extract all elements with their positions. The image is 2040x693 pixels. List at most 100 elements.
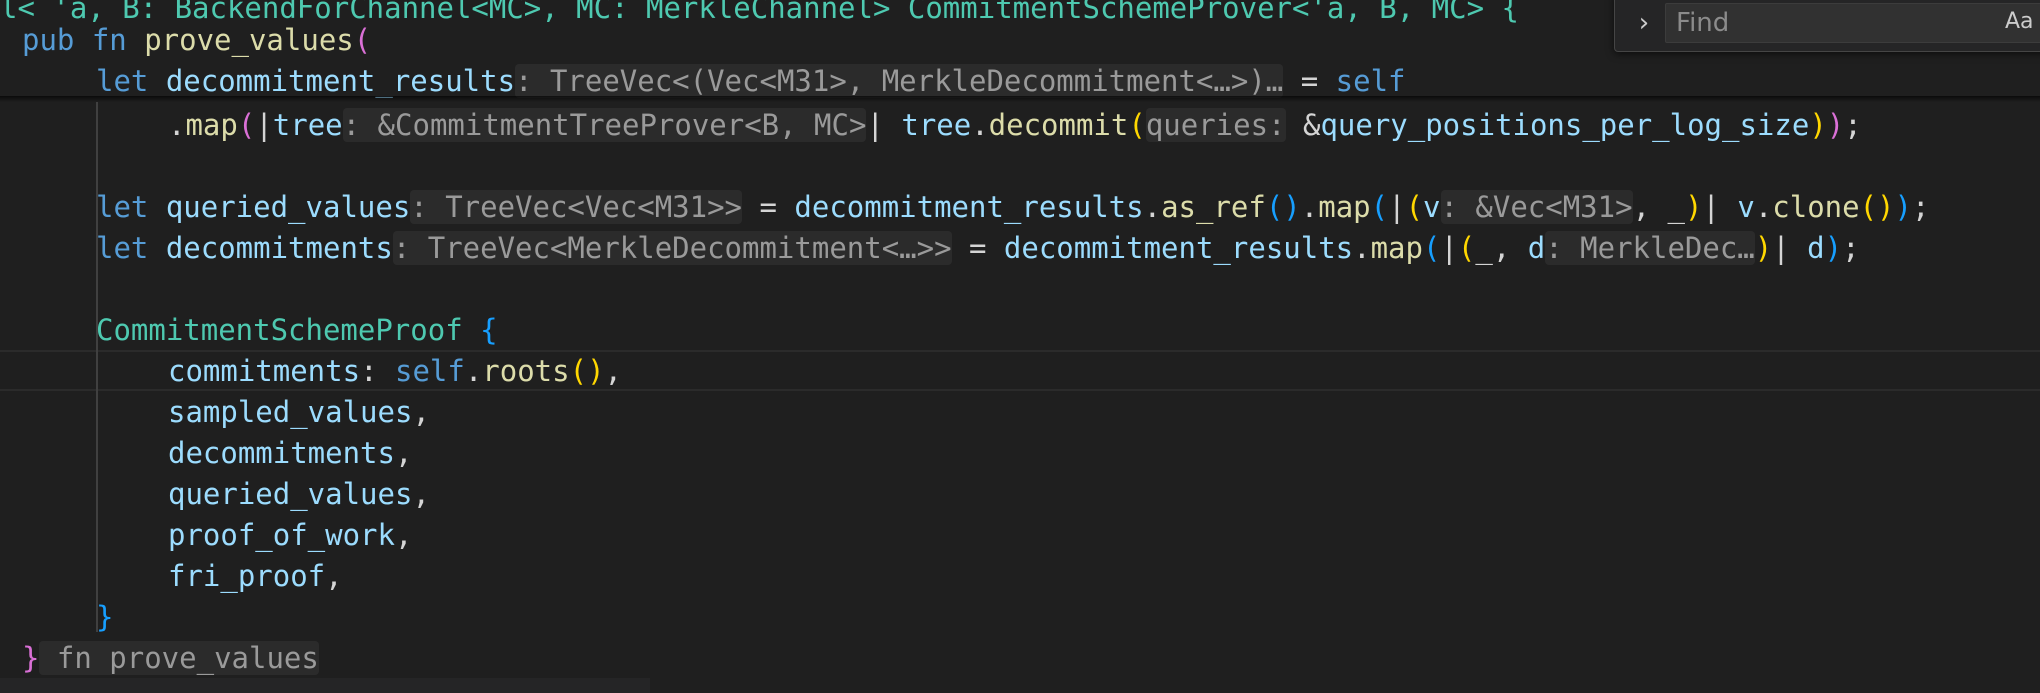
code-token: | bbox=[255, 108, 273, 142]
inlay-hint: : &Vec<M31> bbox=[1440, 190, 1633, 224]
code-token: queried_values bbox=[165, 190, 411, 224]
code-token: ( bbox=[353, 23, 372, 57]
code-token: . bbox=[1300, 190, 1319, 224]
code-token: & bbox=[1285, 108, 1321, 142]
code-token: sampled_values bbox=[168, 395, 413, 429]
code-token: , bbox=[325, 559, 343, 593]
inlay-hint: : TreeVec<MerkleDecommitment<…>> bbox=[392, 231, 952, 265]
code-token: ) bbox=[1826, 108, 1845, 142]
code-token: tree bbox=[272, 108, 343, 142]
code-token: ; bbox=[1842, 231, 1860, 265]
code-token: , bbox=[412, 395, 430, 429]
code-token: fri_proof bbox=[168, 559, 326, 593]
code-editor[interactable]: l< 'a, B: BackendForChannel<MC>, MC: Mer… bbox=[0, 0, 2040, 693]
code-token: () bbox=[1265, 190, 1301, 224]
code-token: ) bbox=[1684, 190, 1703, 224]
code-token: ( bbox=[1370, 190, 1389, 224]
code-token: pub fn bbox=[22, 23, 145, 57]
code-token: let bbox=[96, 231, 166, 265]
code-token: let bbox=[96, 190, 166, 224]
code-token: } bbox=[22, 641, 40, 675]
sticky-scroll-shadow bbox=[0, 96, 2040, 102]
code-token: = bbox=[742, 190, 795, 224]
code-token: _, bbox=[1475, 231, 1528, 265]
chevron-right-icon[interactable]: › bbox=[1629, 5, 1659, 41]
code-token: . bbox=[1353, 231, 1371, 265]
code-token: , bbox=[412, 477, 430, 511]
code-token: ) bbox=[1894, 190, 1912, 224]
code-token: d bbox=[1807, 231, 1825, 265]
code-token: . bbox=[1143, 190, 1162, 224]
code-token: , bbox=[604, 354, 622, 388]
code-token: () bbox=[569, 354, 605, 388]
code-token: map bbox=[1370, 231, 1423, 265]
code-token: ) bbox=[1754, 231, 1773, 265]
code-line[interactable] bbox=[0, 269, 2040, 310]
code-token: . bbox=[464, 354, 483, 388]
code-token: | bbox=[1440, 231, 1458, 265]
code-line[interactable]: CommitmentSchemeProof { bbox=[0, 310, 2040, 351]
code-token: | bbox=[866, 108, 902, 142]
inlay-hint: : TreeVec<(Vec<M31>, MerkleDecommitment<… bbox=[515, 64, 1284, 98]
code-token: ; bbox=[1911, 190, 1930, 224]
code-token: , bbox=[394, 436, 413, 470]
code-token: self bbox=[1335, 64, 1406, 98]
code-token: as_ref bbox=[1161, 190, 1266, 224]
code-line[interactable]: let decommitments: TreeVec<MerkleDecommi… bbox=[0, 228, 2040, 269]
code-line[interactable]: proof_of_work, bbox=[0, 515, 2040, 556]
find-input[interactable] bbox=[1665, 3, 2040, 43]
code-line[interactable]: queried_values, bbox=[0, 474, 2040, 515]
code-token: , bbox=[394, 518, 413, 552]
code-line[interactable]: .map(|tree: &CommitmentTreeProver<B, MC>… bbox=[0, 105, 2040, 146]
code-token: queried_values bbox=[168, 477, 413, 511]
inlay-hint: : &CommitmentTreeProver<B, MC> bbox=[342, 108, 867, 142]
code-token: ( bbox=[1457, 231, 1476, 265]
code-token: CommitmentSchemeProof bbox=[96, 313, 463, 347]
code-line[interactable]: fri_proof, bbox=[0, 556, 2040, 597]
code-token: decommitment_results bbox=[165, 64, 516, 98]
code-token: decommitment_results bbox=[1003, 231, 1354, 265]
code-token: tree bbox=[901, 108, 972, 142]
code-token: { bbox=[462, 313, 498, 347]
code-line[interactable]: } bbox=[0, 597, 2040, 638]
code-token: map bbox=[185, 108, 238, 142]
code-token: } bbox=[96, 600, 114, 634]
code-token: = bbox=[1283, 64, 1336, 98]
code-token: ( bbox=[1422, 231, 1441, 265]
code-line[interactable]: } fn prove_values bbox=[0, 638, 2040, 679]
inlay-hint: fn prove_values bbox=[39, 641, 319, 675]
inlay-hint: queries: bbox=[1145, 108, 1286, 142]
code-token: | bbox=[1388, 190, 1406, 224]
code-line[interactable]: let queried_values: TreeVec<Vec<M31>> = … bbox=[0, 187, 2040, 228]
code-token: ( bbox=[1128, 108, 1146, 142]
code-token: v bbox=[1737, 190, 1755, 224]
code-token: query_positions_per_log_size bbox=[1320, 108, 1810, 142]
code-token: () bbox=[1859, 190, 1895, 224]
code-token: , _ bbox=[1632, 190, 1685, 224]
code-token: ) bbox=[1809, 108, 1827, 142]
code-token: map bbox=[1318, 190, 1371, 224]
match-case-toggle[interactable]: Aa bbox=[2005, 9, 2034, 34]
code-token: : bbox=[360, 354, 395, 388]
code-token: decommitments bbox=[168, 436, 395, 470]
code-token: let bbox=[96, 64, 166, 98]
code-token: commitments bbox=[168, 354, 361, 388]
code-line[interactable]: decommitments, bbox=[0, 433, 2040, 474]
code-line[interactable]: sampled_values, bbox=[0, 392, 2040, 433]
code-token: ) bbox=[1824, 231, 1843, 265]
code-token: clone bbox=[1772, 190, 1860, 224]
code-token: decommit bbox=[988, 108, 1129, 142]
code-token: decommitments bbox=[165, 231, 393, 265]
code-token: decommitment_results bbox=[794, 190, 1144, 224]
code-token: prove_values bbox=[144, 23, 354, 57]
code-token: ( bbox=[1405, 190, 1424, 224]
code-token: v bbox=[1423, 190, 1441, 224]
code-token: d bbox=[1527, 231, 1546, 265]
code-token: . bbox=[168, 108, 186, 142]
inlay-hint: : MerkleDec… bbox=[1545, 231, 1755, 265]
code-line[interactable] bbox=[0, 146, 2040, 187]
breadcrumb-sticky bbox=[0, 678, 650, 693]
code-token: = bbox=[951, 231, 1004, 265]
code-line[interactable]: commitments: self.roots(), bbox=[0, 351, 2040, 392]
code-token: . bbox=[1754, 190, 1773, 224]
